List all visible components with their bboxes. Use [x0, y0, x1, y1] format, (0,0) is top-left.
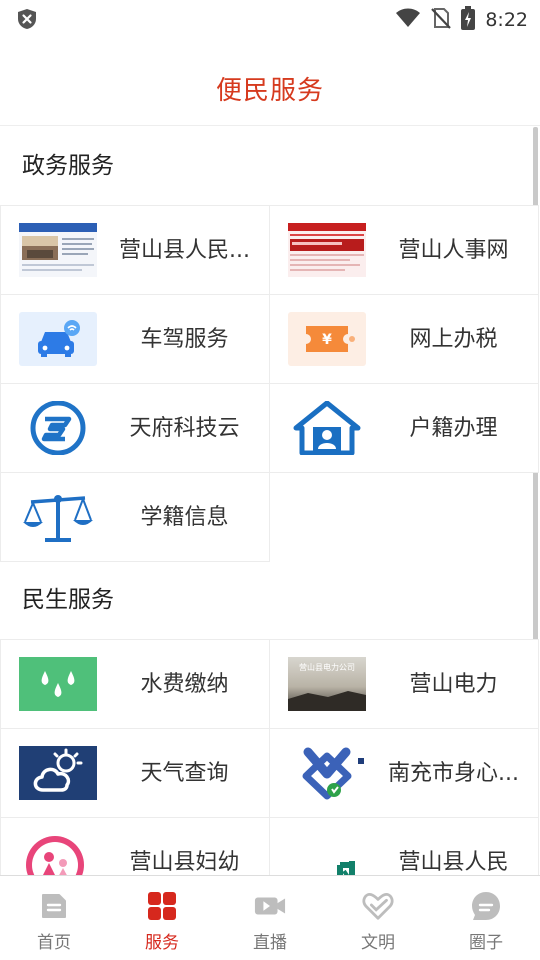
service-label: 学籍信息: [140, 504, 229, 530]
hr-website-thumbnail: [287, 222, 366, 277]
power-company-thumbnail: 营山县电力公司: [287, 656, 366, 711]
service-tile-water[interactable]: 水费缴纳: [0, 638, 270, 729]
video-camera-icon: [254, 890, 286, 922]
service-list[interactable]: 政务服务 营山县人民... 营山人事网 车驾服务 ¥ 网上办税 天府科技云 户籍…: [0, 127, 540, 875]
shield-icon: [16, 8, 38, 34]
nav-label: 圈子: [469, 933, 503, 953]
livelihood-services-grid: 水费缴纳 营山县电力公司 营山电力 天气查询 南充市身心... 营山县妇幼 营山…: [0, 638, 540, 875]
service-label: 车驾服务: [140, 326, 229, 352]
wifi-icon: [395, 7, 421, 33]
service-label: 营山县人民...: [119, 237, 250, 263]
app-header: 便民服务: [0, 36, 540, 126]
no-sim-icon: [431, 7, 452, 33]
status-time: 8:22: [485, 9, 528, 31]
service-tile-health[interactable]: 南充市身心...: [268, 727, 539, 818]
svg-text:¥: ¥: [322, 332, 332, 348]
service-label: 网上办税: [409, 326, 498, 352]
service-tile-tax[interactable]: ¥ 网上办税: [268, 293, 539, 384]
page-title: 便民服务: [215, 76, 324, 106]
health-logo: [287, 745, 366, 800]
hospital-logo: [288, 835, 366, 875]
nav-live[interactable]: 直播: [216, 876, 324, 960]
service-tile-power[interactable]: 营山县电力公司 营山电力: [268, 638, 539, 729]
heart-hands-icon: [362, 890, 394, 922]
gov-website-thumbnail: [18, 222, 97, 277]
service-label: 天气查询: [140, 760, 229, 786]
service-tile-hr[interactable]: 营山人事网: [268, 204, 539, 295]
service-tile-student[interactable]: 学籍信息: [0, 471, 270, 562]
service-tile-hospital[interactable]: 营山县人民: [268, 816, 539, 875]
chat-circle-icon: [470, 890, 502, 922]
service-label: 水费缴纳: [140, 671, 229, 697]
service-tile-maternal[interactable]: 营山县妇幼: [0, 816, 270, 875]
service-label: 营山县人民: [398, 849, 509, 875]
status-bar: 8:22: [0, 0, 540, 36]
nav-label: 首页: [37, 933, 71, 953]
service-tile-county-gov[interactable]: 营山县人民...: [0, 204, 270, 295]
house-person-icon: [288, 400, 366, 455]
battery-charging-icon: [461, 6, 476, 34]
section-title-gov: 政务服务: [22, 153, 114, 179]
service-tile-tech-cloud[interactable]: 天府科技云: [0, 382, 270, 473]
nav-civility[interactable]: 文明: [324, 876, 432, 960]
maternal-child-logo: [19, 835, 97, 875]
service-tile-household[interactable]: 户籍办理: [268, 382, 539, 473]
service-tile-vehicle[interactable]: 车驾服务: [0, 293, 270, 384]
nav-circle[interactable]: 圈子: [432, 876, 540, 960]
service-label: 天府科技云: [129, 415, 240, 441]
scales-icon: [19, 490, 97, 544]
tech-cloud-logo: [19, 400, 97, 455]
water-drops-icon: [18, 656, 97, 711]
service-label: 南充市身心...: [388, 760, 519, 786]
service-label: 营山人事网: [398, 237, 509, 263]
service-label: 户籍办理: [409, 415, 498, 441]
nav-home[interactable]: 首页: [0, 876, 108, 960]
car-icon: [18, 311, 97, 366]
power-thumbnail-text: 营山县电力公司: [299, 662, 355, 672]
grid-icon: [146, 890, 178, 922]
gov-services-grid: 营山县人民... 营山人事网 车驾服务 ¥ 网上办税 天府科技云 户籍办理 学籍…: [0, 204, 540, 562]
tax-ticket-icon: ¥: [287, 311, 366, 366]
home-icon: [38, 890, 70, 922]
service-label: 营山县妇幼: [129, 849, 240, 875]
section-title-livelihood: 民生服务: [22, 587, 114, 613]
nav-label: 文明: [361, 933, 395, 953]
service-label: 营山电力: [409, 671, 498, 697]
service-tile-weather[interactable]: 天气查询: [0, 727, 270, 818]
nav-services[interactable]: 服务: [108, 876, 216, 960]
bottom-nav: 首页 服务 直播 文明 圈子: [0, 875, 540, 960]
weather-icon: [18, 745, 97, 800]
nav-label: 直播: [253, 933, 287, 953]
nav-label: 服务: [145, 933, 179, 953]
